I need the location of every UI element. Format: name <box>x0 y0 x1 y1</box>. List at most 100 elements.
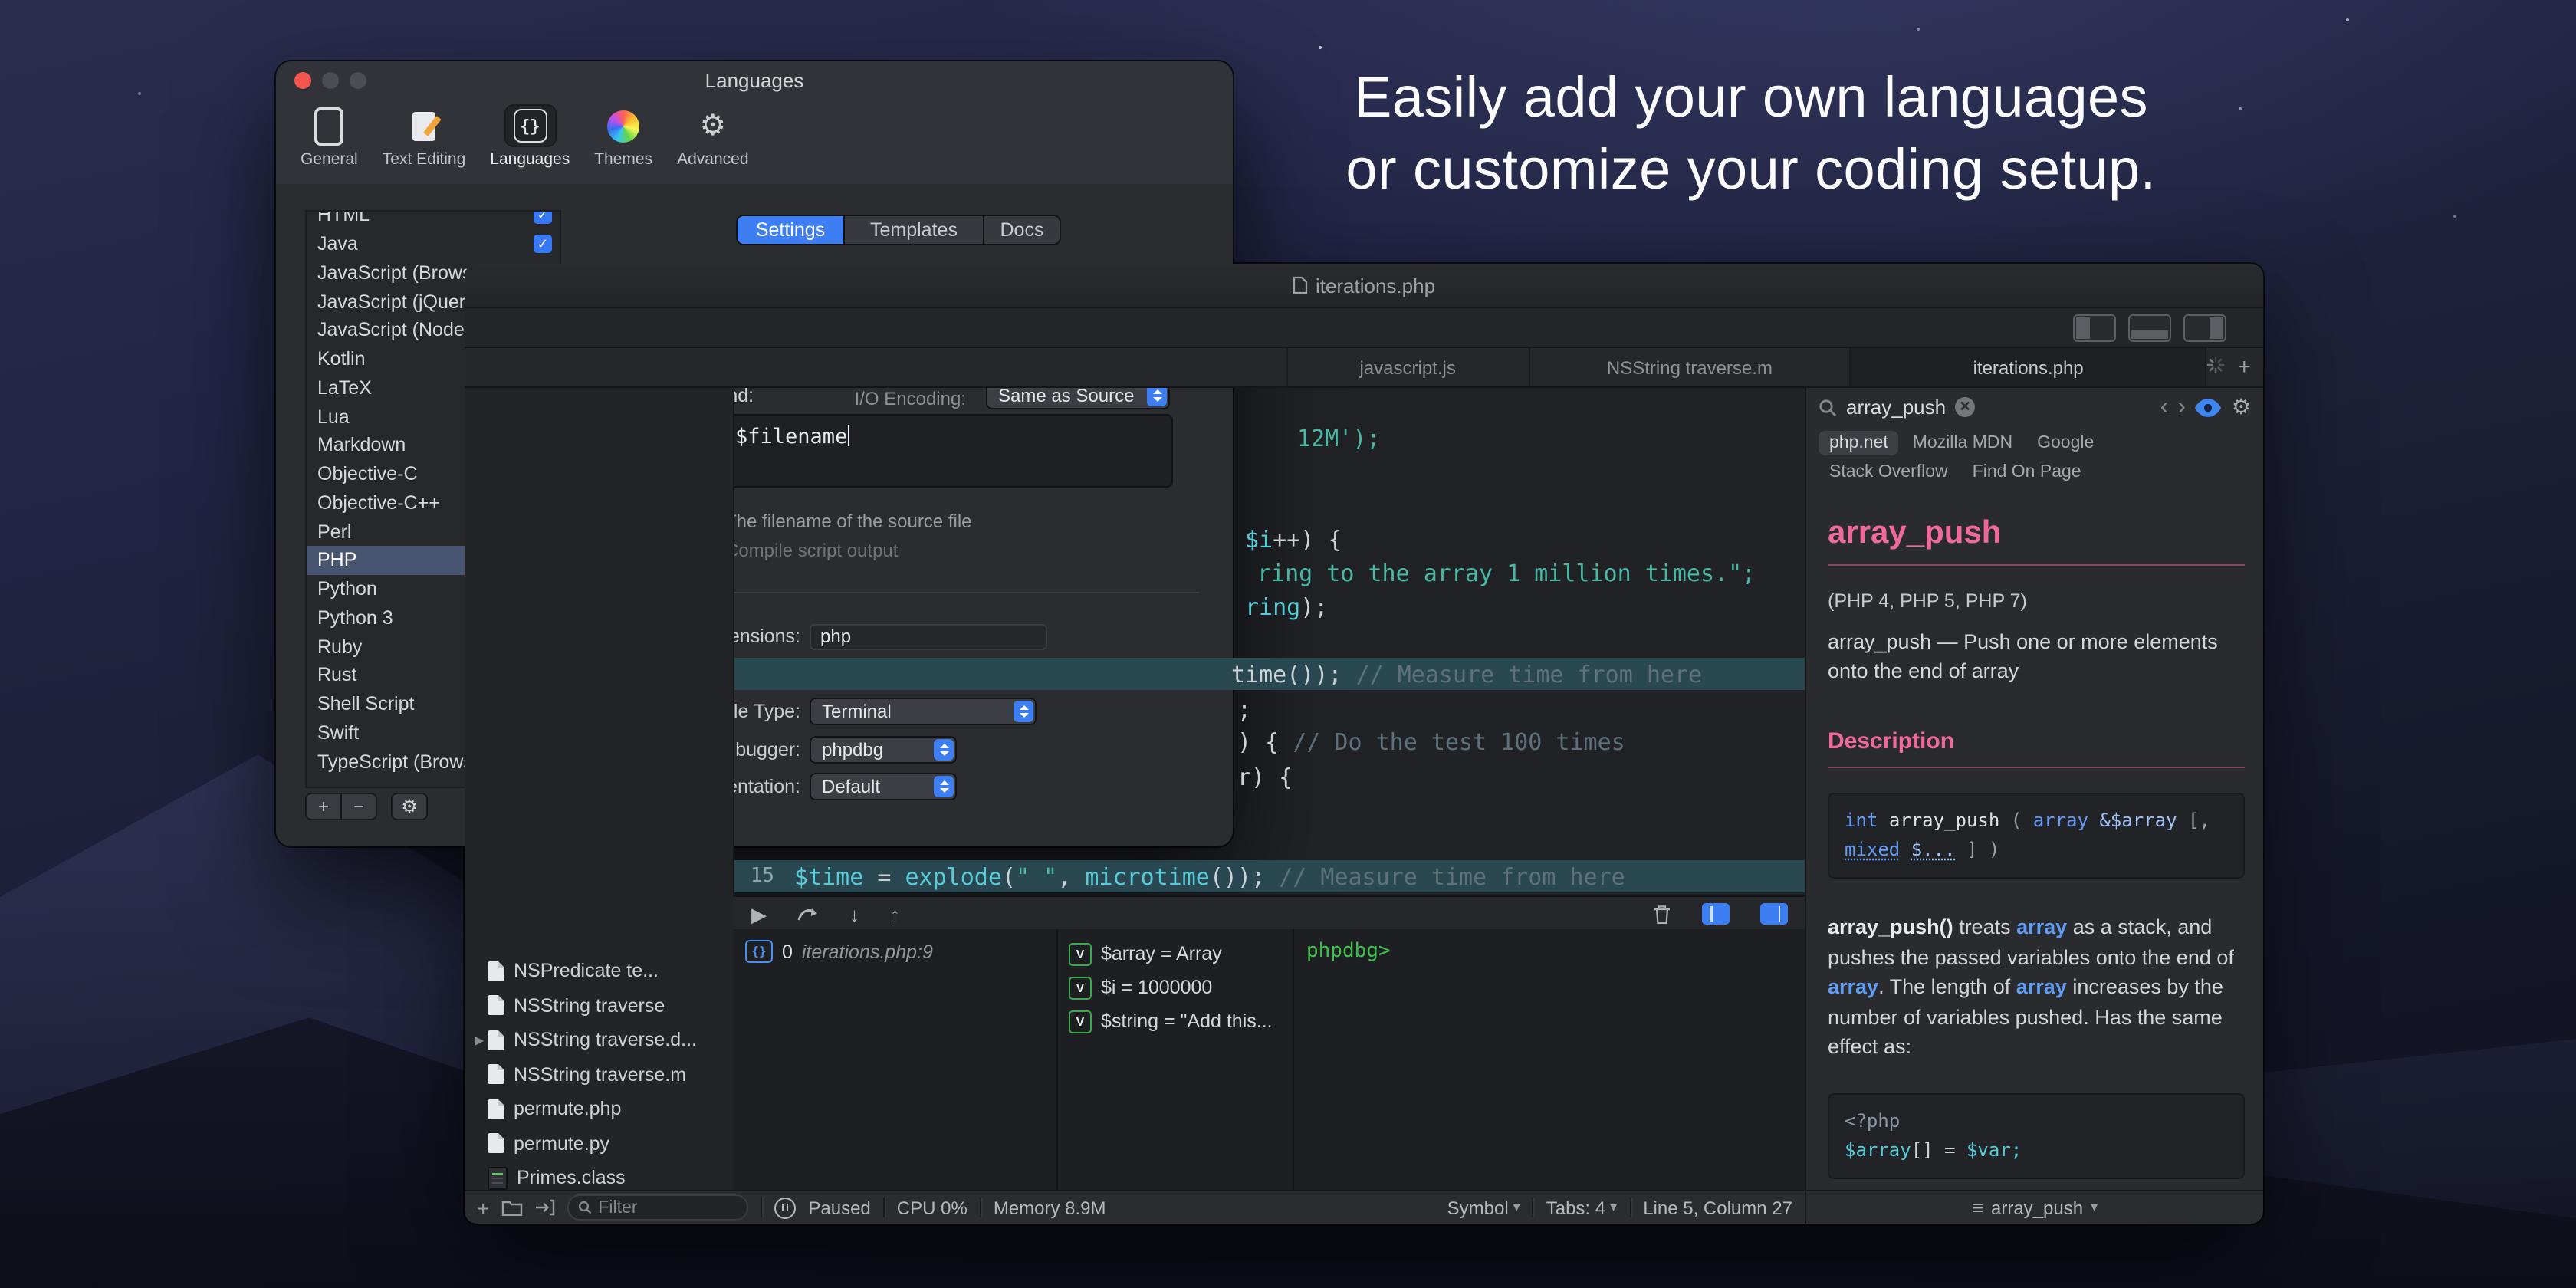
reveal-in-finder-icon[interactable] <box>535 1199 555 1216</box>
docs-source-tab[interactable]: Google <box>2026 431 2104 455</box>
file-row[interactable]: permute.py <box>465 1126 733 1161</box>
editor-titlebar[interactable]: iterations.php <box>465 264 2263 308</box>
prefs-titlebar[interactable]: Languages <box>276 61 1233 100</box>
variable-value: = 1000000 <box>1116 977 1212 998</box>
prefs-toolbar-themes[interactable]: Themes <box>585 104 662 169</box>
exec-file-icon <box>488 1167 508 1190</box>
step-into-button[interactable]: ↓ <box>849 904 859 924</box>
paused-label: Paused <box>808 1197 870 1218</box>
document-icon <box>1293 276 1308 294</box>
variable-row[interactable]: V$i = 1000000 <box>1069 971 1299 1004</box>
folder-icon[interactable] <box>501 1199 523 1216</box>
symbol-popup[interactable]: Symbol ▾ <box>1447 1197 1520 1218</box>
file-row[interactable]: NSString traverse <box>465 988 733 1023</box>
prefs-toolbar-label: Text Editing <box>383 150 466 169</box>
file-name: permute.php <box>514 1099 621 1120</box>
chevron-down-icon: ▾ <box>2091 1199 2098 1216</box>
docs-search-input[interactable]: array_push <box>1846 396 1946 419</box>
language-name: LaTeX <box>317 377 372 399</box>
panel-divider[interactable] <box>1056 929 1058 1191</box>
file-row[interactable]: NSString traverse.m <box>465 1057 733 1092</box>
docs-source-tab[interactable]: Stack Overflow <box>1819 460 1959 485</box>
language-checkbox[interactable]: ✓ <box>534 210 552 225</box>
disclosure-triangle-icon[interactable]: ▶ <box>471 1033 488 1047</box>
pause-icon <box>774 1197 796 1218</box>
editor-tab[interactable]: iterations.php <box>1852 348 2207 386</box>
filter-field[interactable]: Filter <box>567 1194 748 1221</box>
doc-link[interactable]: array <box>2016 975 2067 998</box>
file-name: NSString traverse.m <box>514 1064 686 1086</box>
back-icon[interactable]: ‹ <box>2160 395 2169 419</box>
language-name: Shell Script <box>317 693 414 715</box>
trash-icon[interactable] <box>1653 904 1671 924</box>
star <box>2453 215 2456 218</box>
code-line: r) { <box>1237 762 1293 793</box>
zoom-button[interactable] <box>350 72 366 89</box>
docs-source-tab[interactable]: Find On Page <box>1962 460 2092 485</box>
language-checkbox[interactable]: ✓ <box>534 235 552 253</box>
editor-tab[interactable]: javascript.js <box>1287 348 1530 386</box>
headline-line2: or customize your coding setup. <box>1214 133 2288 205</box>
split-view-left-button[interactable] <box>1702 903 1730 925</box>
prefs-toolbar-label: Themes <box>594 150 652 169</box>
editor-tab[interactable]: NSString traverse.m <box>1530 348 1852 386</box>
close-button[interactable] <box>294 72 311 89</box>
show-console-button[interactable] <box>2128 314 2171 342</box>
separator <box>1629 1198 1631 1217</box>
docs-footer-popup[interactable]: ≡ array_push ▾ <box>1805 1191 2263 1224</box>
file-row[interactable]: NSPredicate te... <box>465 954 733 988</box>
file-row[interactable]: permute.php <box>465 1092 733 1126</box>
show-docs-button[interactable] <box>2183 314 2226 342</box>
tabs-count-label: Tabs: 4 <box>1546 1197 1605 1218</box>
docs-settings-gear-icon[interactable]: ⚙ <box>2232 394 2251 420</box>
step-out-button[interactable]: ↑ <box>890 904 900 924</box>
docs-source-tab[interactable]: php.net <box>1819 431 1899 455</box>
language-name: Ruby <box>317 636 362 657</box>
docs-source-tab[interactable]: Mozilla MDN <box>1902 431 2023 455</box>
symbol-label: Symbol <box>1447 1197 1509 1218</box>
variable-row[interactable]: V$array = Array <box>1069 937 1299 971</box>
example-code-line: $array[] = $var; <box>1845 1135 2228 1165</box>
file-row[interactable]: ▶NSString traverse.d... <box>465 1023 733 1057</box>
language-row[interactable]: HTML✓ <box>307 210 560 230</box>
documentation-panel: array_push ✕ ‹ › ⚙ php.netMozilla MDNGoo… <box>1805 386 2263 1191</box>
language-name: Python 3 <box>317 607 393 629</box>
tabs-popup[interactable]: Tabs: 4 ▾ <box>1546 1197 1617 1218</box>
variable-text: $string = "Add this... <box>1101 1010 1273 1032</box>
prefs-toolbar-advanced[interactable]: ⚙Advanced <box>668 104 757 169</box>
forward-icon[interactable]: › <box>2177 395 2186 419</box>
step-over-button[interactable] <box>797 906 819 922</box>
language-actions-gear-button[interactable]: ⚙ <box>391 793 428 820</box>
status-bar-main: + Filter Paused CPU 0% Memory 8.9M <box>465 1191 1805 1224</box>
variable-row[interactable]: V$string = "Add this... <box>1069 1004 1299 1038</box>
loading-spinner-icon <box>2206 353 2225 381</box>
code-line: $time = explode(" ", microtime()); // Me… <box>794 862 1625 892</box>
prefs-toolbar-general[interactable]: General <box>291 104 367 169</box>
prefs-tab-docs[interactable]: Docs <box>984 216 1060 244</box>
split-view-right-button[interactable] <box>1760 903 1788 925</box>
language-row[interactable]: Java✓ <box>307 230 560 259</box>
remove-language-button[interactable]: − <box>342 793 377 820</box>
list-icon: ≡ <box>1972 1196 1983 1219</box>
doc-link[interactable]: array <box>2016 915 2067 938</box>
docs-signature: int array_push ( array &$array [, mixed … <box>1828 793 2245 879</box>
prefs-toolbar-languages[interactable]: {}Languages <box>481 104 579 169</box>
code-line: ; <box>1237 695 1251 725</box>
minimize-button[interactable] <box>322 72 339 89</box>
eye-icon[interactable] <box>2195 398 2223 416</box>
doc-link[interactable]: array <box>1828 975 1878 998</box>
new-tab-button[interactable]: + <box>2237 354 2251 380</box>
show-sidebar-button[interactable] <box>2073 314 2116 342</box>
add-language-button[interactable]: + <box>305 793 342 820</box>
stack-frame-row[interactable]: {} 0 iterations.php:9 <box>745 940 933 963</box>
prefs-tab-templates[interactable]: Templates <box>845 216 984 244</box>
add-file-button[interactable]: + <box>477 1195 489 1220</box>
prefs-tab-settings[interactable]: Settings <box>738 216 845 244</box>
file-row[interactable]: Primes.class <box>465 1161 733 1191</box>
prefs-toolbar-text-editing[interactable]: Text Editing <box>373 104 475 169</box>
continue-button[interactable]: ▶ <box>751 904 767 924</box>
clear-search-icon[interactable]: ✕ <box>1955 397 1975 417</box>
debug-console-prompt[interactable]: phpdbg> <box>1306 940 1391 963</box>
separator <box>761 1198 762 1217</box>
code-line: ) { // Do the test 100 times <box>1237 727 1625 757</box>
